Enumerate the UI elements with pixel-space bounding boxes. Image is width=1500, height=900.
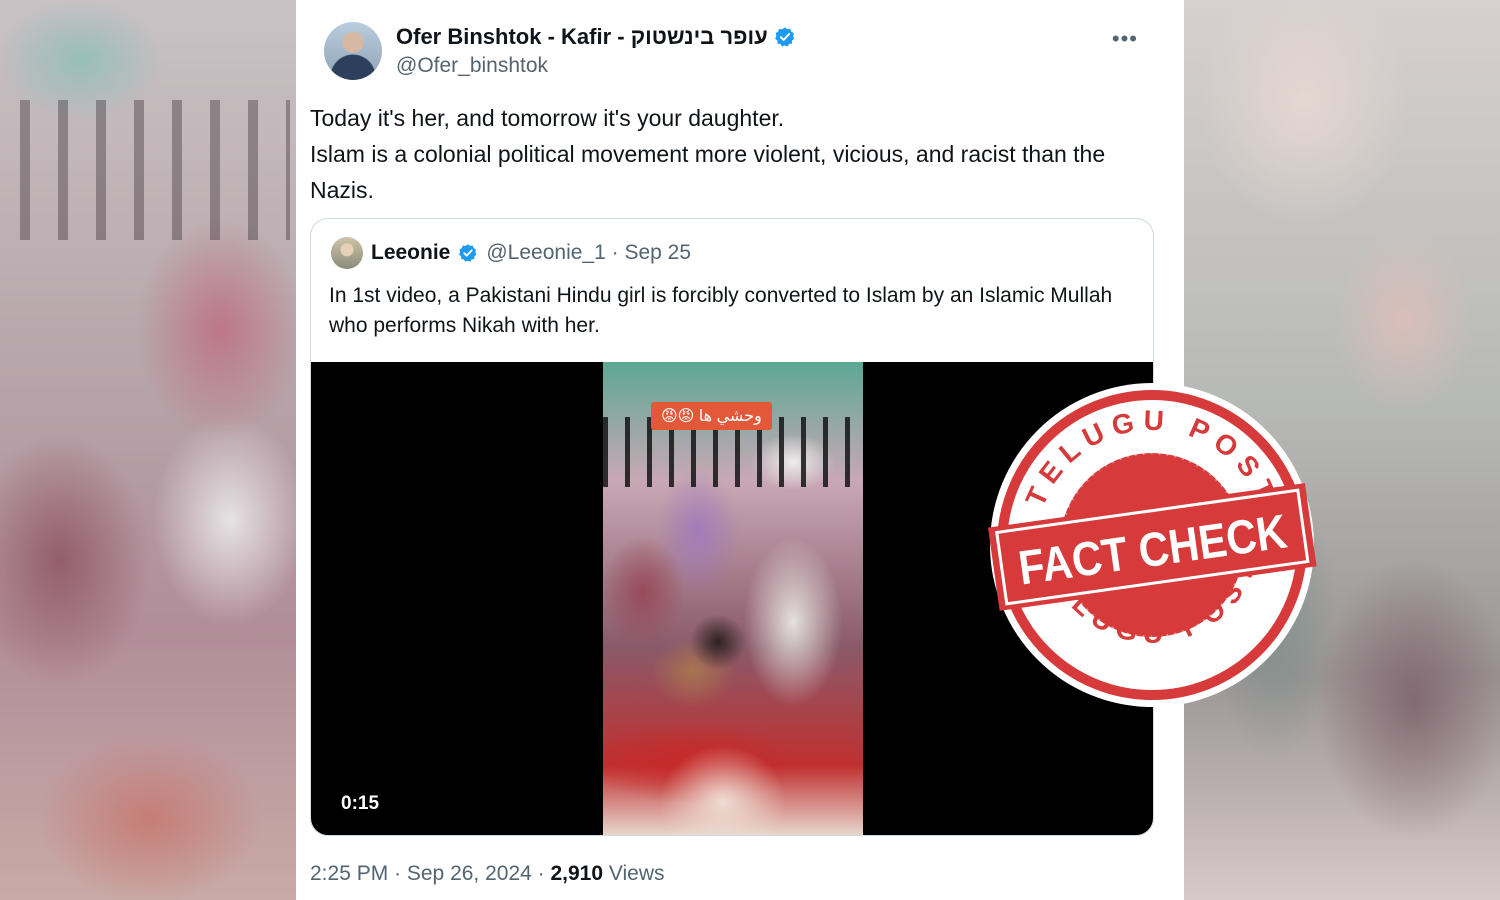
author-name[interactable]: Ofer Binshtok - Kafir - עופר בינשטוק: [396, 24, 768, 50]
verified-badge-icon: [459, 244, 477, 262]
video-duration: 0:15: [341, 793, 380, 814]
tweet-text-line: Islam is a colonial political movement m…: [310, 141, 1106, 203]
background-rails: [20, 100, 290, 240]
tweet-header: Ofer Binshtok - Kafir - עופר בינשטוק @Of…: [310, 12, 1170, 82]
tweet-text: Today it's her, and tomorrow it's your d…: [310, 100, 1150, 208]
author-avatar[interactable]: [324, 22, 382, 80]
views-label: Views: [603, 862, 665, 885]
background-left-image: [0, 0, 296, 900]
fact-check-stamp: TELUGU POST TELUGU POST FACT CHECK: [987, 383, 1317, 707]
more-options-icon[interactable]: •••: [1112, 26, 1138, 52]
video-thumbnail[interactable]: وحشي ها 😡😡: [603, 362, 863, 835]
quoted-tweet-header: Leeonie @Leeonie_1 · Sep 25: [331, 237, 691, 269]
quoted-author-name[interactable]: Leeonie: [371, 241, 450, 265]
quoted-author-avatar[interactable]: [331, 237, 363, 269]
tweet-text-line: Today it's her, and tomorrow it's your d…: [310, 105, 785, 131]
tweet-timestamp[interactable]: 2:25 PM · Sep 26, 2024 ·: [310, 862, 550, 885]
quoted-author-handle-date[interactable]: @Leeonie_1 · Sep 25: [486, 241, 691, 265]
quoted-tweet-text: In 1st video, a Pakistani Hindu girl is …: [329, 284, 1113, 337]
views-count: 2,910: [550, 862, 604, 885]
video-caption-sticker: وحشي ها 😡😡: [651, 402, 772, 430]
author-handle[interactable]: @Ofer_binshtok: [396, 54, 548, 78]
tweet-footer: 2:25 PM · Sep 26, 2024 · 2,910 Views: [310, 862, 665, 886]
author-name-row: Ofer Binshtok - Kafir - עופר בינשטוק: [396, 24, 796, 50]
verified-badge-icon: [774, 27, 795, 47]
